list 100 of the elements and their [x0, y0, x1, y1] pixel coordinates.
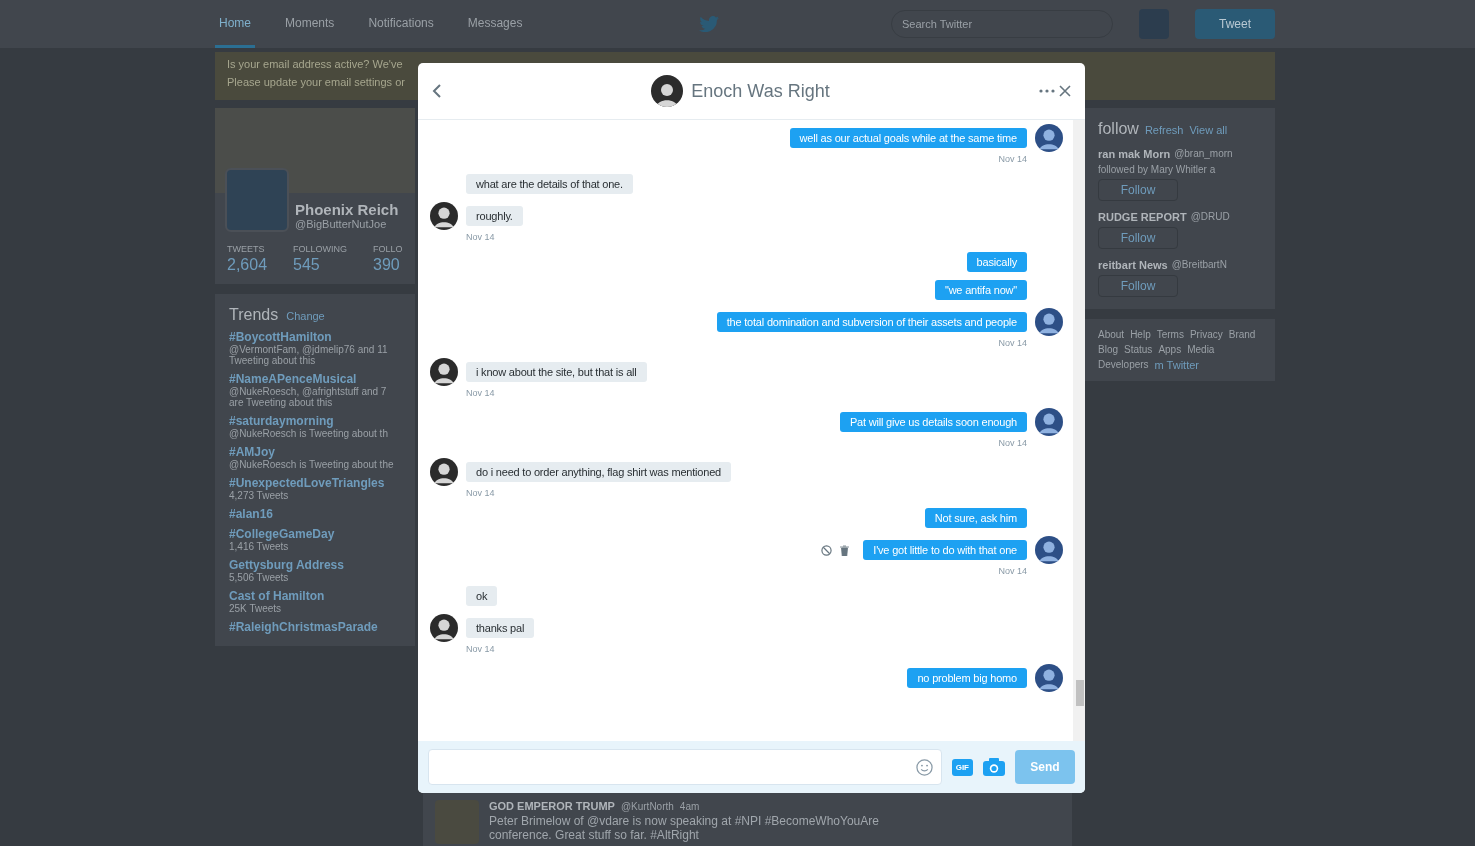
footer-link[interactable]: Terms [1156, 329, 1184, 340]
avatar-icon [651, 75, 684, 107]
message-input[interactable] [428, 749, 942, 785]
message-bubble: ok [466, 586, 498, 606]
message-time: Nov 14 [998, 154, 1027, 164]
header-link[interactable]: Refresh [1144, 124, 1184, 136]
message-bubble: do i need to order anything, flag shirt was mentioned [466, 462, 731, 482]
account-handle: @BreitbartN [1171, 259, 1227, 271]
tweet-button[interactable]: Tweet [1195, 9, 1275, 39]
nav-tab[interactable]: Messages [463, 0, 527, 48]
message-time: Nov 14 [466, 644, 495, 654]
stat-label: TWEETS [227, 244, 266, 254]
account-context: followed by Mary Whitler a [1098, 164, 1216, 175]
footer-link[interactable]: About [1098, 329, 1125, 340]
trend-detail: 5,506 Tweets [229, 572, 290, 583]
scrollbar[interactable] [1073, 120, 1085, 741]
copyright-text: m Twitter [1154, 359, 1199, 371]
account-name[interactable]: ran mak Morn [1098, 148, 1171, 160]
trend-detail: @NukeRoesch, @afrightstuff and 7 are Tweeting about this [229, 386, 388, 408]
message-time: Nov 14 [998, 566, 1027, 576]
trends-title: Trends [229, 306, 279, 324]
message-time: Nov 14 [466, 388, 495, 398]
trend-link[interactable]: Gettysburg Address [229, 558, 401, 572]
message-bubble: basically [966, 252, 1027, 272]
camera-icon[interactable] [983, 758, 1005, 776]
more-icon[interactable] [1037, 87, 1057, 95]
gif-button[interactable]: GIF [951, 758, 973, 776]
profile-name: Phoenix Reich [295, 201, 400, 218]
smiley-icon[interactable] [915, 758, 933, 776]
header-link[interactable]: View all [1189, 124, 1228, 136]
follow-button[interactable]: Follow [1098, 227, 1178, 249]
account-name[interactable]: RUDGE REPORT [1098, 211, 1187, 223]
trend-link[interactable]: #BoycottHamilton [229, 330, 401, 344]
trend-detail: 1,416 Tweets [229, 541, 290, 552]
trend-link[interactable]: #CollegeGameDay [229, 527, 401, 541]
account-handle: @bran_morn [1174, 148, 1233, 160]
message-bubble: the total domination and subversion of their assets and people [716, 312, 1027, 332]
message-bubble: what are the details of that one. [466, 174, 633, 194]
footer-link[interactable]: Media [1187, 344, 1215, 355]
avatar-icon [1035, 308, 1063, 336]
nav-tab[interactable]: Moments [281, 0, 339, 48]
footer-link[interactable]: Status [1124, 344, 1153, 355]
message-bubble: roughly. [466, 206, 523, 226]
avatar-icon [1035, 124, 1063, 152]
close-icon[interactable] [1057, 83, 1073, 99]
trend-detail: @NukeRoesch is Tweeting about the [229, 459, 395, 470]
avatar-icon [430, 458, 458, 486]
trend-detail: @VermontFam, @jdmelip76 and 11 Tweeting about this [229, 344, 389, 366]
account-handle: @DRUD [1190, 211, 1230, 223]
message-bubble: i know about the site, but that is all [466, 362, 647, 382]
trend-link[interactable]: #UnexpectedLoveTriangles [229, 476, 401, 490]
trend-link[interactable]: #saturdaymorning [229, 414, 401, 428]
profile-photo-placeholder [225, 168, 289, 232]
message-time: Nov 14 [466, 488, 495, 498]
banner-text: Please update your email settings or [227, 76, 406, 88]
avatar-icon [1035, 536, 1063, 564]
block-icon[interactable] [821, 544, 833, 556]
footer-link[interactable]: Privacy [1189, 329, 1223, 340]
footer-link[interactable]: Developers [1098, 359, 1149, 371]
message-bubble: well as our actual goals while at the same time [789, 128, 1027, 148]
nav-tab[interactable]: Notifications [364, 0, 438, 48]
message-time: Nov 14 [998, 338, 1027, 348]
trend-link[interactable]: #alan16 [229, 507, 401, 521]
avatar-icon [430, 358, 458, 386]
trend-detail: 4,273 Tweets [229, 490, 290, 501]
follow-button[interactable]: Follow [1098, 179, 1178, 201]
footer-link[interactable]: Help [1130, 329, 1151, 340]
search-field[interactable]: Search Twitter [891, 10, 1113, 38]
follow-button[interactable]: Follow [1098, 275, 1178, 297]
stat-value[interactable]: 2,604 [227, 256, 268, 274]
trend-detail: @NukeRoesch is Tweeting about th [229, 428, 389, 439]
trash-icon[interactable] [840, 544, 850, 556]
profile-handle: @BigButterNutJoe [295, 218, 388, 230]
trend-link[interactable]: #RaleighChristmasParade [229, 620, 401, 634]
banner-text: Is your email address active? We've [227, 58, 404, 70]
tweet-handle: @KurtNorth [620, 801, 674, 812]
footer-link[interactable]: Brand [1228, 329, 1256, 340]
trend-link[interactable]: #NameAPenceMusical [229, 372, 401, 386]
trend-detail: 25K Tweets [229, 603, 283, 614]
back-icon[interactable] [430, 82, 444, 100]
tweet-text: Peter Brimelow of @vdare is now speaking at #NPI #BecomeWhoYouAre conference. Great stuff so far. #AltRight [489, 814, 880, 842]
avatar-icon [430, 614, 458, 642]
tweet-time: 4am [679, 801, 700, 812]
footer-link[interactable]: Apps [1158, 344, 1182, 355]
stat-value[interactable]: 390 [373, 256, 403, 274]
nav-tab[interactable]: Home [215, 0, 255, 48]
who-to-follow-title: follow [1098, 120, 1139, 138]
message-bubble: I've got little to do with that one [863, 540, 1027, 560]
conversation-title: Enoch Was Right [691, 80, 830, 102]
message-bubble: Pat will give us details soon enough [839, 412, 1027, 432]
footer-link[interactable]: Blog [1098, 344, 1118, 355]
account-name[interactable]: reitbart News [1098, 259, 1168, 271]
tweet-author[interactable]: GOD EMPEROR TRUMP [489, 800, 615, 812]
trend-link[interactable]: Cast of Hamilton [229, 589, 401, 603]
stat-label: FOLLOWING [293, 244, 348, 254]
avatar-icon [430, 202, 458, 230]
stat-value[interactable]: 545 [293, 256, 348, 274]
message-time: Nov 14 [998, 438, 1027, 448]
trend-link[interactable]: #AMJoy [229, 445, 401, 459]
change-link[interactable]: Change [286, 310, 325, 322]
